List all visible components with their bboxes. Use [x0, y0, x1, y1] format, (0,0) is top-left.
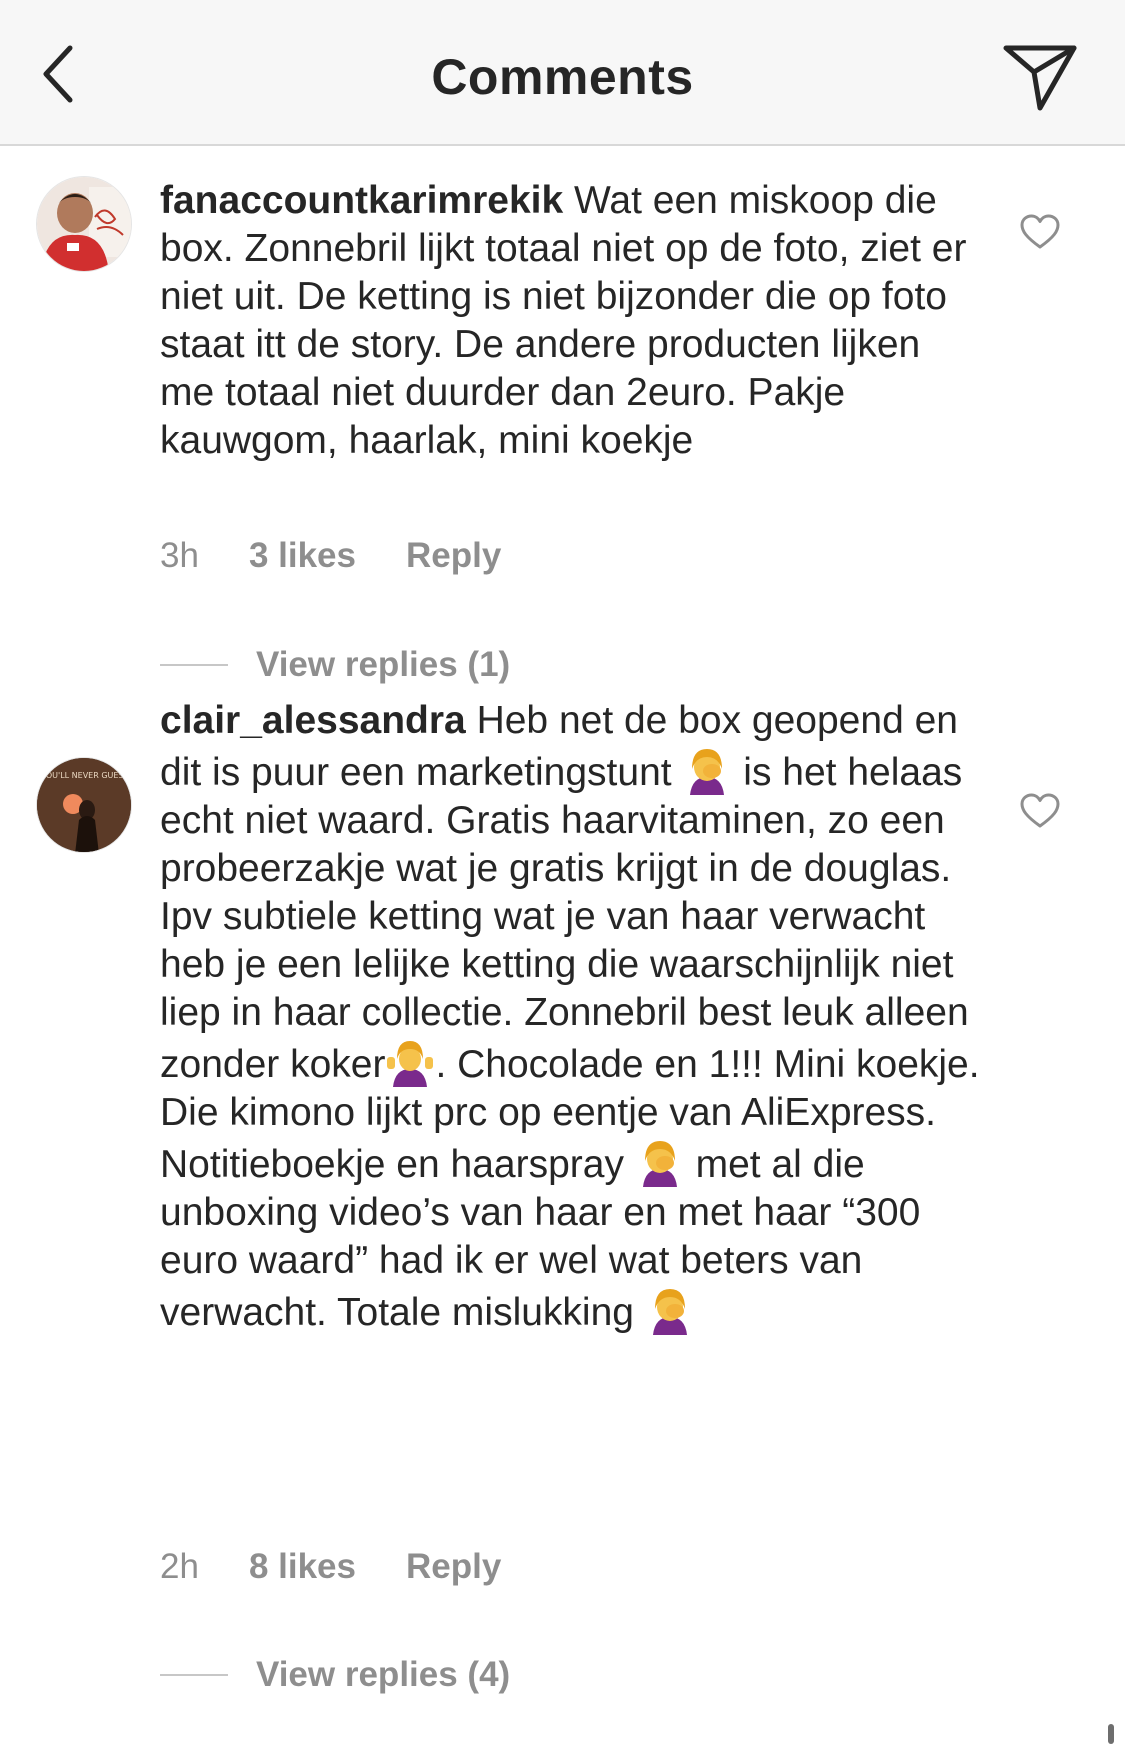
comment-username[interactable]: fanaccountkarimrekik	[160, 179, 563, 222]
view-replies-label: View replies (4)	[256, 1655, 511, 1694]
view-replies-button[interactable]: View replies (4)	[160, 1655, 510, 1695]
comment-message-part: is het helaas echt niet waard. Gratis ha…	[160, 751, 969, 1086]
view-replies-label: View replies (1)	[256, 645, 511, 684]
page-title: Comments	[431, 49, 694, 105]
avatar[interactable]: YOU'LL NEVER GUESS	[36, 757, 132, 853]
divider	[160, 1674, 228, 1676]
reply-button[interactable]: Reply	[406, 536, 501, 576]
comment-meta: 3h 3 likes Reply	[160, 536, 501, 576]
comment-username[interactable]: clair_alessandra	[160, 699, 466, 742]
likes-count[interactable]: 3 likes	[249, 536, 356, 576]
facepalm-emoji	[642, 1141, 677, 1187]
shrug-emoji	[387, 1041, 434, 1087]
heart-icon[interactable]	[1020, 793, 1060, 829]
comment-text: fanaccountkarimrekik Wat een miskoop die…	[160, 177, 980, 465]
divider	[160, 664, 228, 666]
facepalm-emoji	[690, 749, 725, 795]
avatar-caption: YOU'LL NEVER GUESS	[40, 771, 128, 780]
paper-plane-icon[interactable]	[1000, 40, 1080, 112]
comment-text: clair_alessandra Heb net de box geopend …	[160, 697, 980, 1337]
reply-button[interactable]: Reply	[406, 1547, 501, 1587]
likes-count[interactable]: 8 likes	[249, 1547, 356, 1587]
scrollbar[interactable]	[1108, 1724, 1114, 1744]
top-bar: Comments	[0, 0, 1125, 146]
view-replies-button[interactable]: View replies (1)	[160, 645, 510, 685]
heart-icon[interactable]	[1020, 214, 1060, 250]
comment-time: 2h	[160, 1547, 199, 1586]
comment-meta: 2h 8 likes Reply	[160, 1547, 501, 1587]
facepalm-emoji	[652, 1289, 687, 1335]
comment-time: 3h	[160, 536, 199, 575]
avatar[interactable]	[36, 176, 132, 272]
